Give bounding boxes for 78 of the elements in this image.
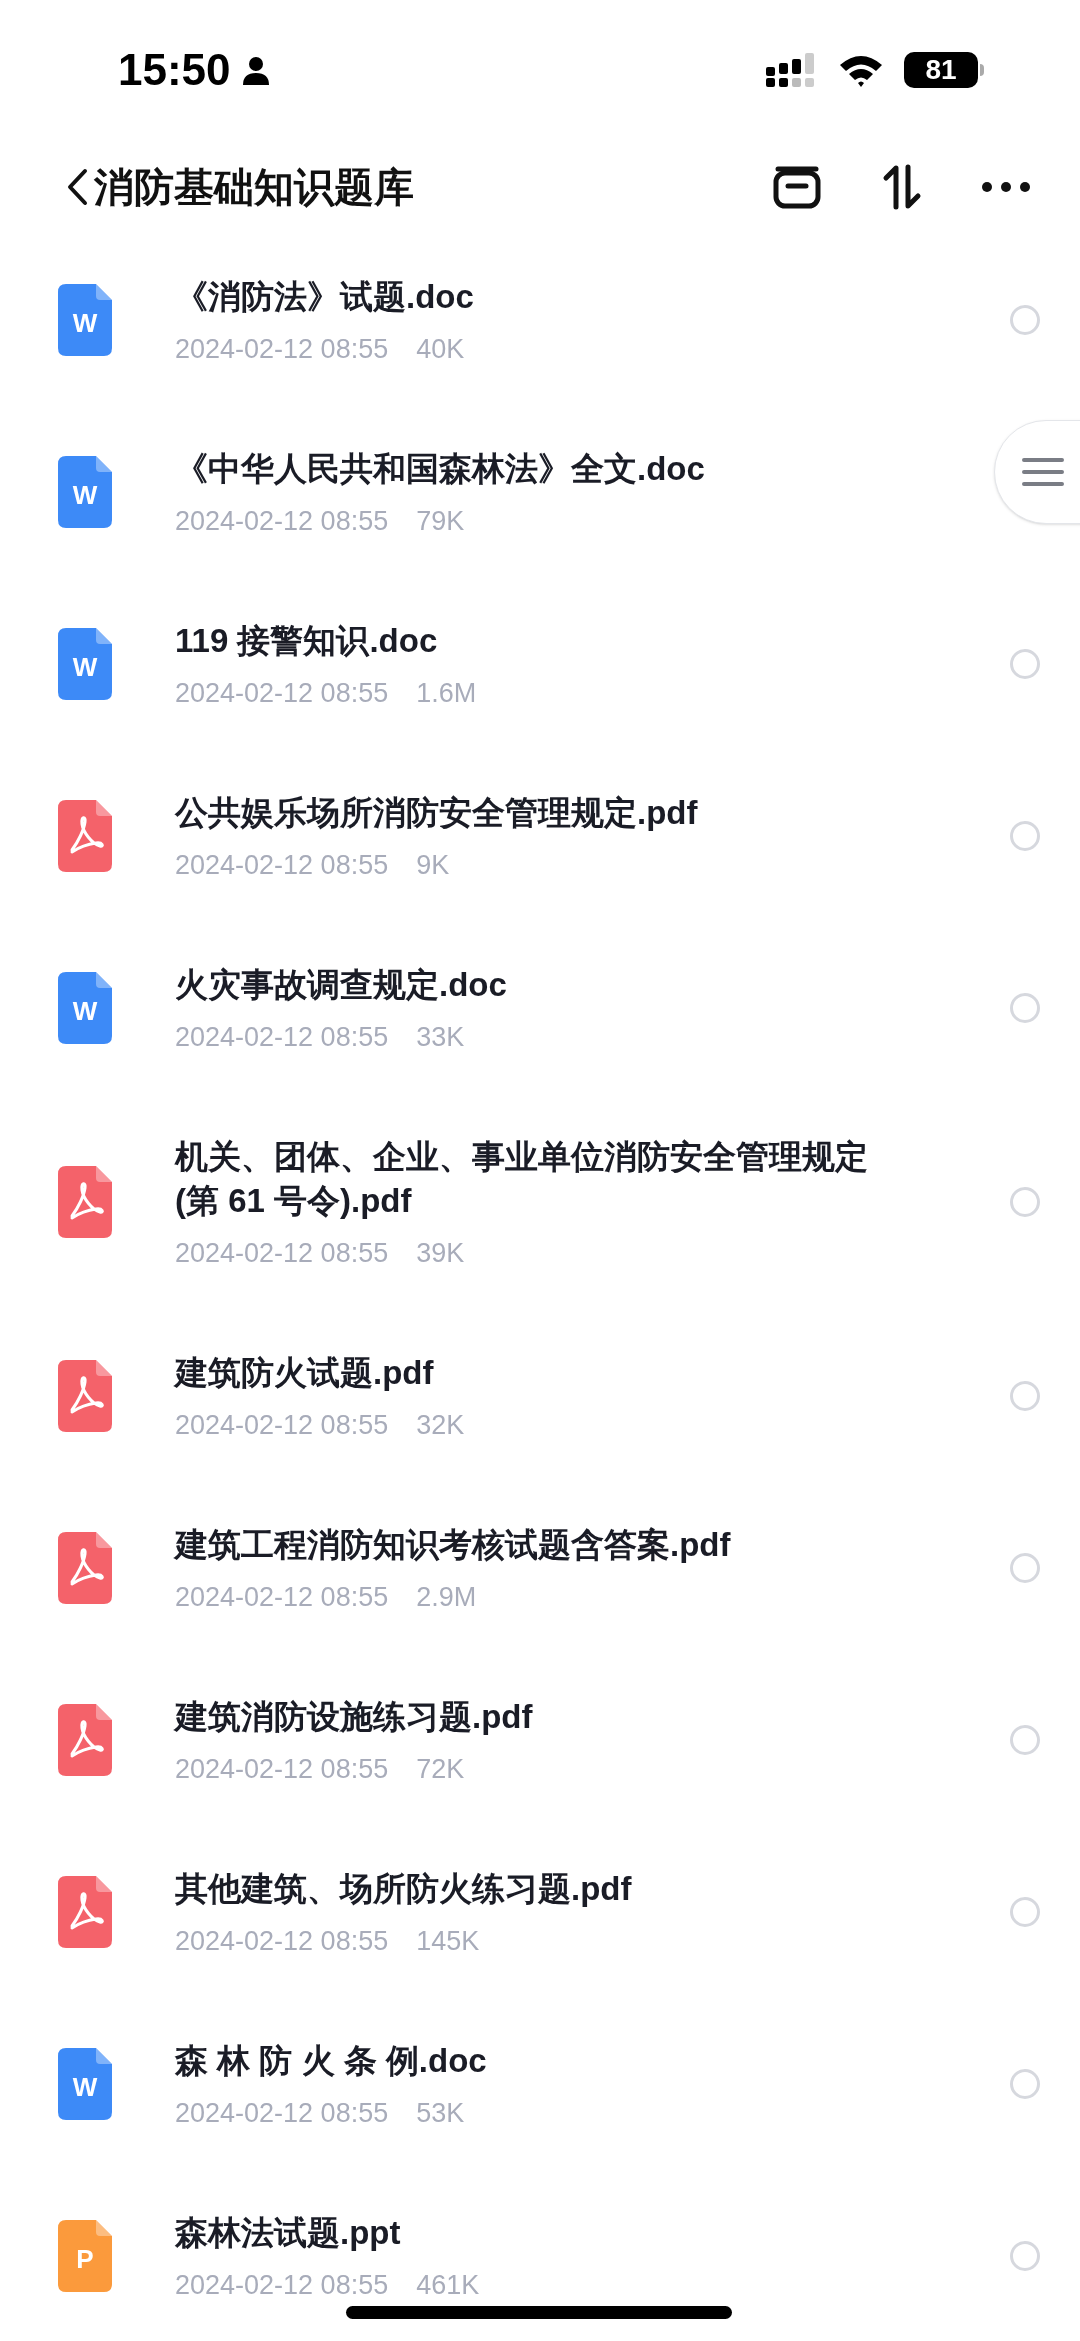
pdf-file-icon — [58, 1704, 112, 1776]
file-row[interactable]: 其他建筑、场所防火练习题.pdf 2024-02-12 08:55 145K — [0, 1826, 1080, 1998]
file-date: 2024-02-12 08:55 — [175, 2097, 389, 2129]
word-file-icon: W — [58, 2048, 112, 2120]
pdf-file-icon — [58, 800, 112, 872]
file-size: 2.9M — [416, 1581, 477, 1613]
file-row[interactable]: W 火灾事故调查规定.doc 2024-02-12 08:55 33K — [0, 922, 1080, 1094]
file-date: 2024-02-12 08:55 — [175, 849, 389, 881]
file-date: 2024-02-12 08:55 — [175, 1925, 389, 1957]
page-title: 消防基础知识题库 — [94, 164, 414, 211]
select-radio[interactable] — [1010, 1553, 1040, 1583]
file-row[interactable]: 公共娱乐场所消防安全管理规定.pdf 2024-02-12 08:55 9K — [0, 750, 1080, 922]
pdf-file-icon — [58, 1532, 112, 1604]
file-size: 53K — [416, 2097, 465, 2129]
file-date: 2024-02-12 08:55 — [175, 1237, 389, 1269]
file-date: 2024-02-12 08:55 — [175, 1021, 389, 1053]
file-size: 79K — [416, 505, 465, 537]
battery-indicator: 81 — [904, 52, 984, 88]
file-row[interactable]: 机关、团体、企业、事业单位消防安全管理规定 (第 61 号令).pdf 2024-02-12 08:55 39K — [0, 1094, 1080, 1310]
person-icon — [240, 55, 271, 85]
file-row[interactable]: 建筑消防设施练习题.pdf 2024-02-12 08:55 72K — [0, 1654, 1080, 1826]
file-date: 2024-02-12 08:55 — [175, 1409, 389, 1441]
pdf-file-icon — [58, 1360, 112, 1432]
more-icon[interactable] — [982, 181, 1030, 193]
file-name: 森林法试题.ppt — [175, 2213, 402, 2253]
file-row[interactable]: P 森林法试题.ppt 2024-02-12 08:55 461K — [0, 2170, 1080, 2341]
file-name: 《消防法》试题.doc — [175, 277, 475, 317]
file-size: 72K — [416, 1753, 465, 1785]
file-row[interactable]: 建筑防火试题.pdf 2024-02-12 08:55 32K — [0, 1310, 1080, 1482]
file-size: 32K — [416, 1409, 465, 1441]
file-date: 2024-02-12 08:55 — [175, 1581, 389, 1613]
file-size: 9K — [416, 849, 450, 881]
file-name: 建筑消防设施练习题.pdf — [175, 1697, 534, 1737]
file-name: 公共娱乐场所消防安全管理规定.pdf — [175, 793, 699, 833]
file-name: 建筑防火试题.pdf — [175, 1353, 435, 1393]
file-name: 森 林 防 火 条 例.doc — [175, 2041, 488, 2081]
select-radio[interactable] — [1010, 2069, 1040, 2099]
file-name: 建筑工程消防知识考核试题含答案.pdf — [175, 1525, 732, 1565]
file-row[interactable]: W 《消防法》试题.doc 2024-02-12 08:55 40K — [0, 234, 1080, 406]
file-size: 461K — [416, 2269, 480, 2301]
select-radio[interactable] — [1010, 993, 1040, 1023]
file-size: 39K — [416, 1237, 465, 1269]
file-name: 机关、团体、企业、事业单位消防安全管理规定 (第 61 号令).pdf — [175, 1137, 869, 1221]
file-row[interactable]: 建筑工程消防知识考核试题含答案.pdf 2024-02-12 08:55 2.9M — [0, 1482, 1080, 1654]
word-file-icon: W — [58, 284, 112, 356]
file-date: 2024-02-12 08:55 — [175, 2269, 389, 2301]
file-date: 2024-02-12 08:55 — [175, 333, 389, 365]
pdf-file-icon — [58, 1876, 112, 1948]
wifi-icon — [838, 53, 884, 87]
select-radio[interactable] — [1010, 2241, 1040, 2271]
word-file-icon: W — [58, 456, 112, 528]
file-name: 《中华人民共和国森林法》全文.doc — [175, 449, 706, 489]
file-date: 2024-02-12 08:55 — [175, 1753, 389, 1785]
word-file-icon: W — [58, 972, 112, 1044]
slides-file-icon: P — [58, 2220, 112, 2292]
word-file-icon: W — [58, 628, 112, 700]
side-menu-handle[interactable] — [994, 420, 1080, 524]
file-name: 119 接警知识.doc — [175, 621, 439, 661]
file-date: 2024-02-12 08:55 — [175, 677, 389, 709]
file-date: 2024-02-12 08:55 — [175, 505, 389, 537]
file-name: 火灾事故调查规定.doc — [175, 965, 508, 1005]
file-row[interactable]: W 《中华人民共和国森林法》全文.doc 2024-02-12 08:55 79K — [0, 406, 1080, 578]
file-row[interactable]: W 119 接警知识.doc 2024-02-12 08:55 1.6M — [0, 578, 1080, 750]
file-size: 40K — [416, 333, 465, 365]
select-radio[interactable] — [1010, 1187, 1040, 1217]
select-radio[interactable] — [1010, 1897, 1040, 1927]
file-row[interactable]: W 森 林 防 火 条 例.doc 2024-02-12 08:55 53K — [0, 1998, 1080, 2170]
file-size: 1.6M — [416, 677, 477, 709]
select-radio[interactable] — [1010, 1725, 1040, 1755]
select-radio[interactable] — [1010, 1381, 1040, 1411]
file-name: 其他建筑、场所防火练习题.pdf — [175, 1869, 633, 1909]
select-radio[interactable] — [1010, 305, 1040, 335]
pdf-file-icon — [58, 1166, 112, 1238]
file-size: 33K — [416, 1021, 465, 1053]
select-radio[interactable] — [1010, 649, 1040, 679]
file-size: 145K — [416, 1925, 480, 1957]
select-radio[interactable] — [1010, 821, 1040, 851]
clock-time: 15:50 — [118, 44, 231, 96]
